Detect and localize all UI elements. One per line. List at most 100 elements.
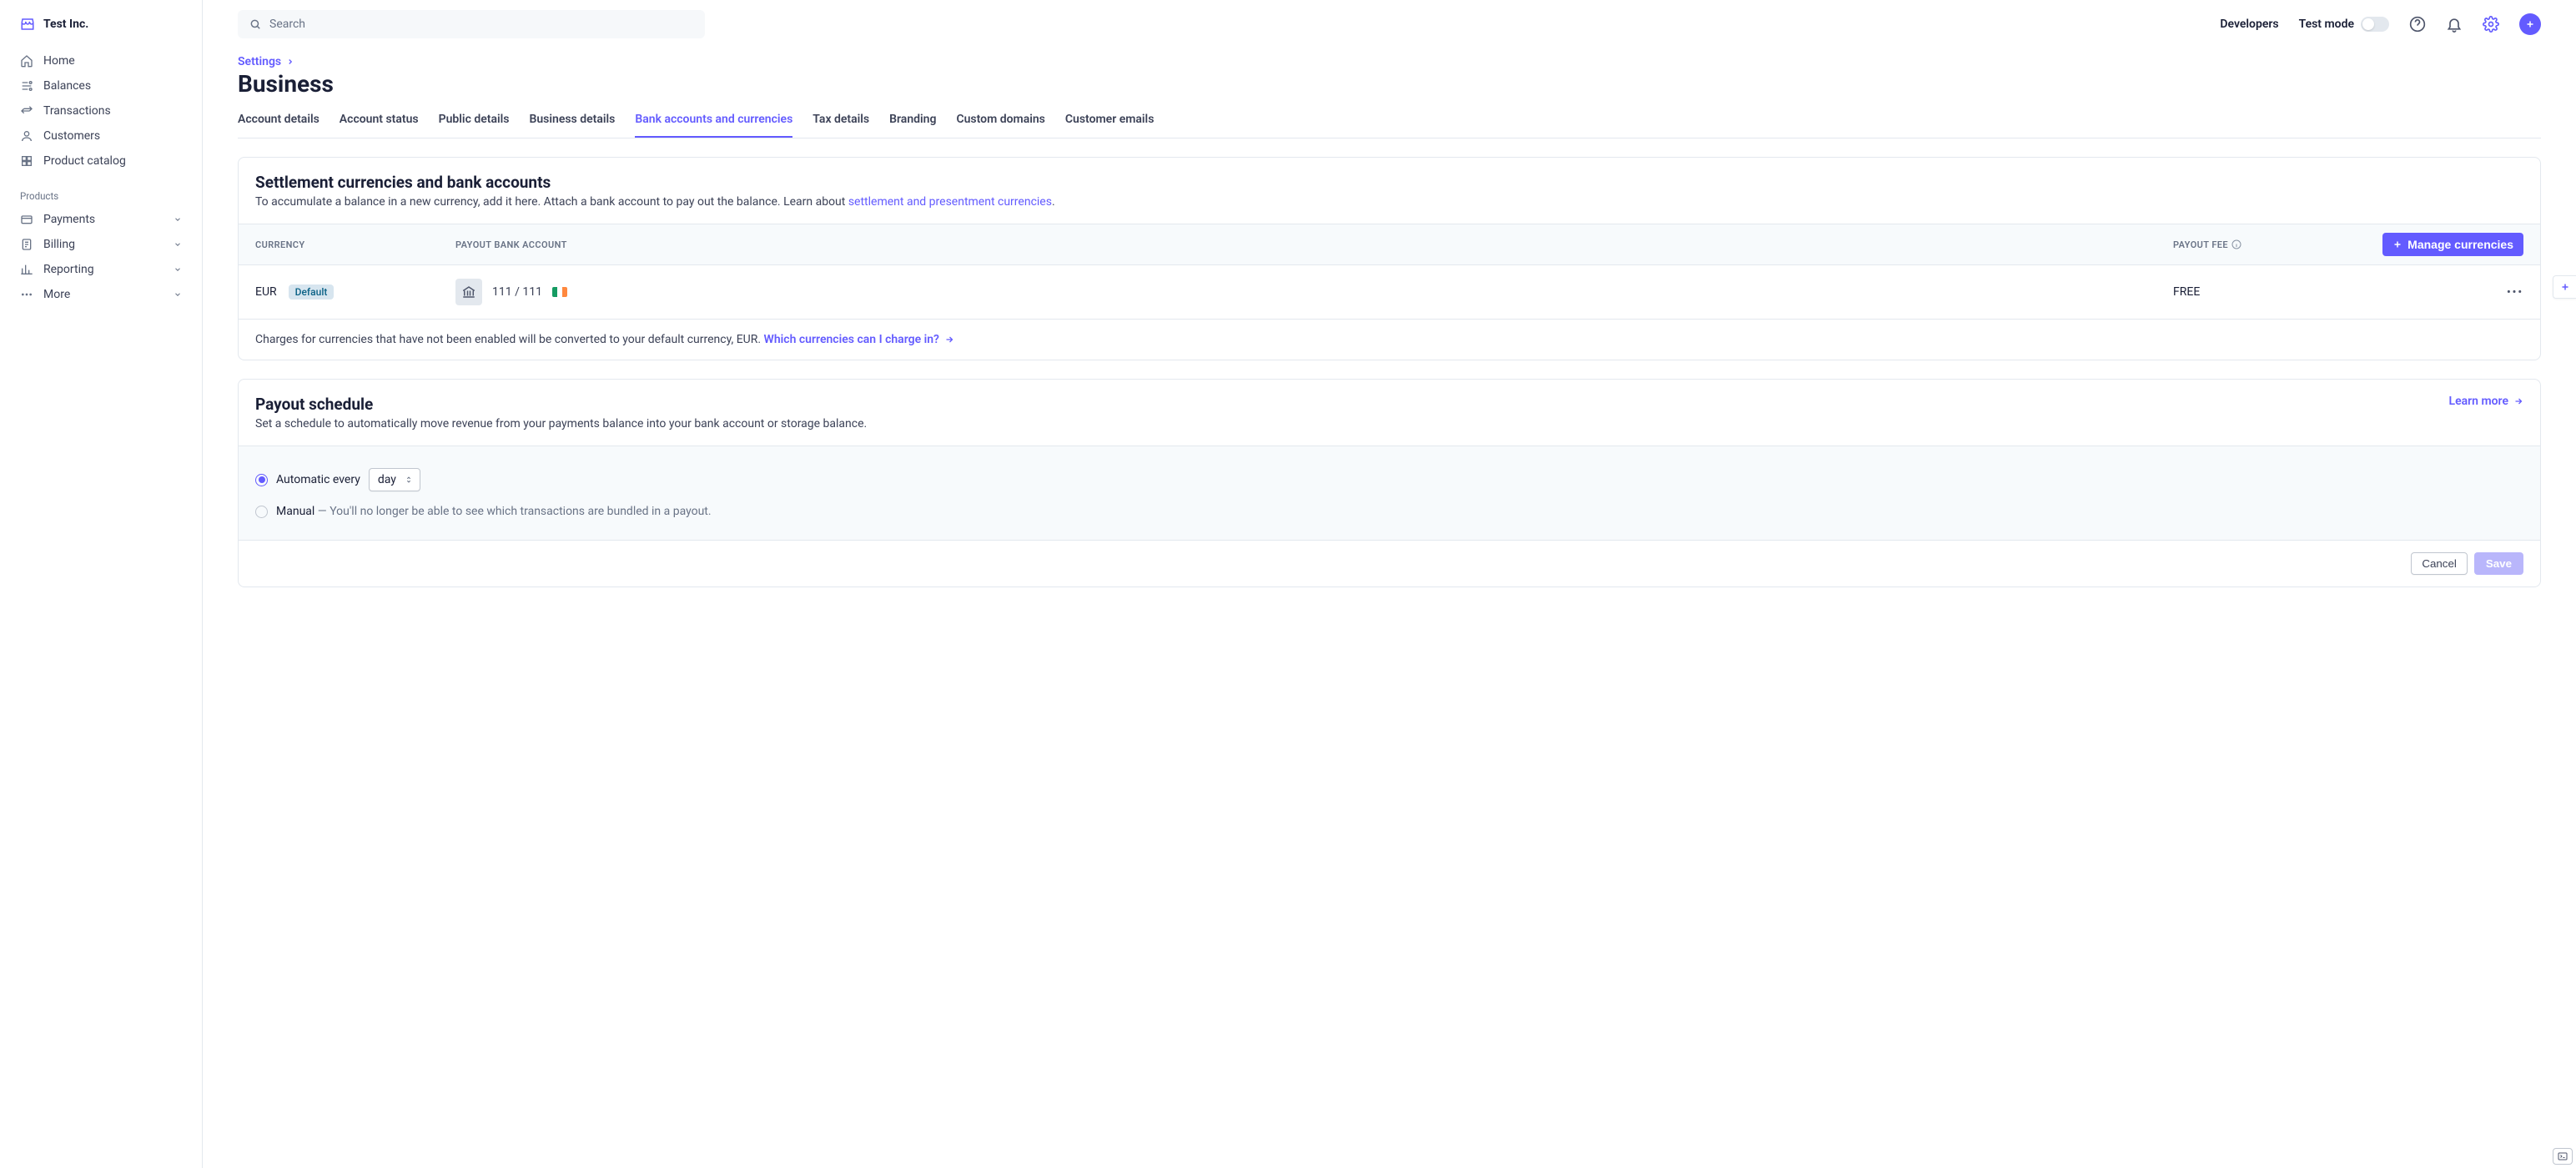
nav-label: Customers [43,129,100,143]
chevron-right-icon [286,58,294,66]
settlement-desc: To accumulate a balance in a new currenc… [255,195,2523,209]
nav-label: Home [43,54,75,68]
search-placeholder: Search [269,18,305,31]
cancel-button[interactable]: Cancel [2411,552,2468,575]
nav-label: More [43,288,70,301]
payout-fee: FREE [2173,285,2357,299]
settings-icon[interactable] [2483,16,2499,33]
table-row: EUR Default 111 / 111 FREE ••• [239,265,2540,320]
chevron-down-icon [174,215,182,224]
nav-label: Product catalog [43,154,126,168]
plus-icon [2525,19,2535,29]
developers-link[interactable]: Developers [2220,18,2278,31]
main-content: Search Developers Test mode Settings Bus… [203,0,2576,1168]
nav-product-catalog[interactable]: Product catalog [0,149,202,174]
right-rail-expand-button[interactable] [2553,275,2576,299]
arrow-right-icon [944,335,954,345]
chevron-down-icon [174,265,182,274]
currency-code: EUR [255,285,277,299]
nav-label: Payments [43,213,95,226]
tab-bank-accounts[interactable]: Bank accounts and currencies [635,113,792,138]
console-button[interactable] [2553,1148,2573,1165]
tab-customer-emails[interactable]: Customer emails [1065,113,1155,138]
sidebar: Test Inc. Home Balances Transactions Cus… [0,0,203,1168]
nav-transactions[interactable]: Transactions [0,98,202,123]
transactions-icon [20,104,33,118]
plus-icon [2392,239,2402,249]
chevron-down-icon [174,290,182,299]
table-footer: Charges for currencies that have not bee… [239,320,2540,360]
page-title: Business [238,70,2541,98]
org-switcher[interactable]: Test Inc. [0,17,202,48]
th-fee: PAYOUT FEE [2173,239,2357,250]
tabs: Account details Account status Public de… [238,113,2541,138]
tab-branding[interactable]: Branding [889,113,936,138]
manage-currencies-button[interactable]: Manage currencies [2382,233,2523,256]
interval-select[interactable]: day [369,468,420,491]
nav-home[interactable]: Home [0,48,202,73]
tab-business-details[interactable]: Business details [529,113,615,138]
settlement-title: Settlement currencies and bank accounts [255,173,2523,192]
bank-icon [455,279,482,305]
manual-note: — You'll no longer be able to see which … [314,505,711,518]
help-icon[interactable] [2409,16,2426,33]
manual-label: Manual [276,505,314,518]
table-header: CURRENCY PAYOUT BANK ACCOUNT PAYOUT FEE … [239,224,2540,265]
plus-icon [2560,282,2570,292]
info-icon[interactable] [2231,239,2241,249]
test-mode-toggle[interactable] [2361,17,2389,32]
nav-label: Balances [43,79,91,93]
storefront-icon [20,17,35,32]
nav-balances[interactable]: Balances [0,73,202,98]
payout-title: Payout schedule [255,395,867,414]
more-icon [20,288,33,301]
default-badge: Default [289,284,335,300]
ireland-flag-icon [552,287,567,297]
arrow-right-icon [2513,396,2523,406]
settlement-learn-link[interactable]: settlement and presentment currencies [848,195,1052,209]
tab-tax-details[interactable]: Tax details [813,113,869,138]
nav-label: Billing [43,238,75,251]
payments-icon [20,213,33,226]
automatic-label: Automatic every [276,473,360,486]
automatic-radio[interactable] [255,474,268,486]
nav-label: Reporting [43,263,94,276]
select-arrows-icon [405,476,413,484]
nav-reporting[interactable]: Reporting [0,257,202,282]
create-button[interactable] [2519,13,2541,35]
nav-billing[interactable]: Billing [0,232,202,257]
customers-icon [20,129,33,143]
tab-account-status[interactable]: Account status [340,113,419,138]
billing-icon [20,238,33,251]
which-currencies-link[interactable]: Which currencies can I charge in? [764,333,954,346]
tab-public-details[interactable]: Public details [439,113,510,138]
test-mode-label: Test mode [2299,18,2354,31]
tab-account-details[interactable]: Account details [238,113,319,138]
save-button[interactable]: Save [2474,552,2523,575]
payout-desc: Set a schedule to automatically move rev… [255,417,867,430]
breadcrumb[interactable]: Settings [238,55,2541,68]
chevron-down-icon [174,240,182,249]
payout-learn-more-link[interactable]: Learn more [2449,395,2523,408]
manual-radio[interactable] [255,506,268,518]
tab-custom-domains[interactable]: Custom domains [956,113,1044,138]
home-icon [20,54,33,68]
notifications-icon[interactable] [2446,16,2463,33]
topbar: Search Developers Test mode [238,10,2541,38]
nav-customers[interactable]: Customers [0,123,202,149]
th-currency: CURRENCY [255,239,455,250]
nav-payments[interactable]: Payments [0,207,202,232]
reporting-icon [20,263,33,276]
row-actions-button[interactable]: ••• [2507,286,2523,299]
terminal-icon [2557,1151,2568,1161]
search-input[interactable]: Search [238,10,705,38]
payout-schedule-card: Payout schedule Set a schedule to automa… [238,379,2541,587]
search-icon [249,18,261,30]
bank-account-number: 111 / 111 [492,285,542,299]
nav-label: Transactions [43,104,111,118]
th-bank: PAYOUT BANK ACCOUNT [455,239,2173,250]
settlement-card: Settlement currencies and bank accounts … [238,157,2541,360]
nav-more[interactable]: More [0,282,202,307]
nav-section-products: Products [0,174,202,207]
breadcrumb-settings[interactable]: Settings [238,55,281,68]
